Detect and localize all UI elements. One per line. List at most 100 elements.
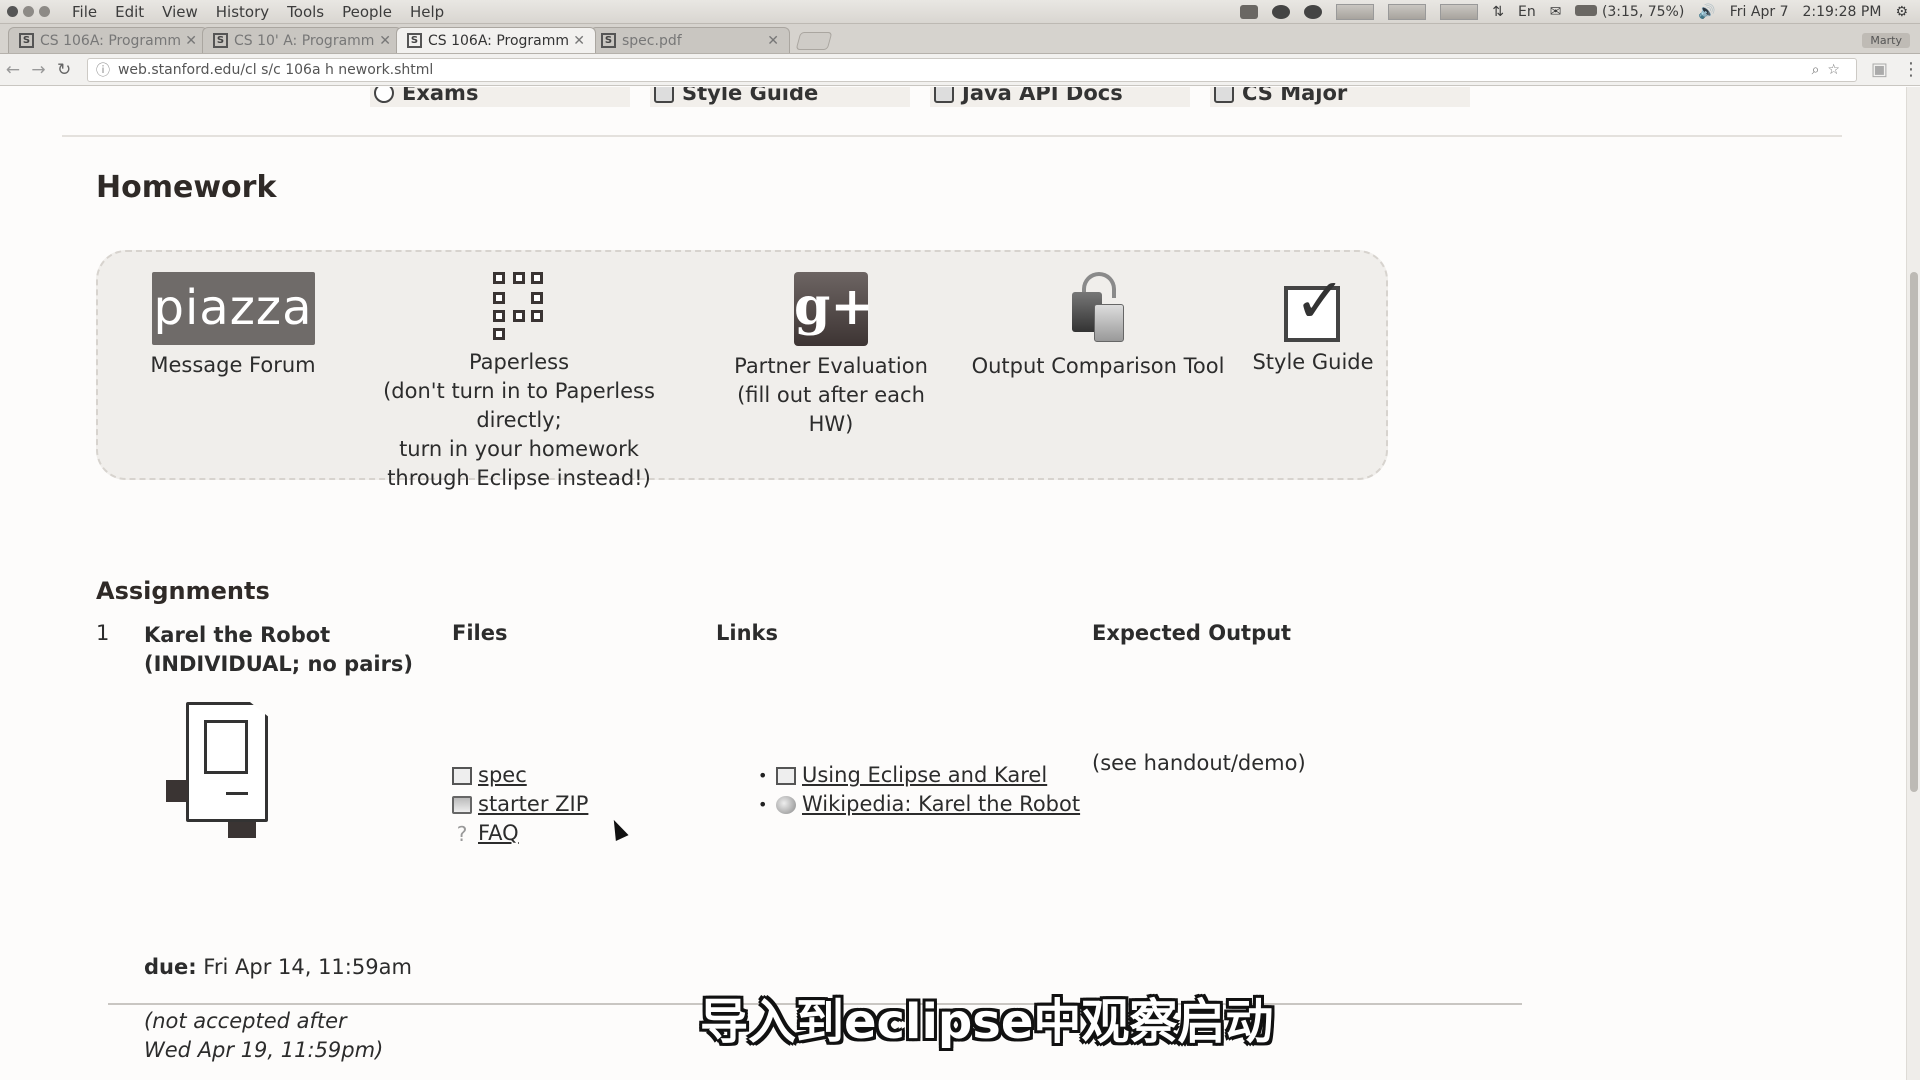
checkmark-box-icon[interactable]: ✓ [1284,270,1346,342]
nav-label: CS Major [1242,87,1348,105]
file-link[interactable]: starter ZIP [478,790,588,819]
due-label: due: [144,955,197,979]
bullet: • [758,795,768,814]
time-label[interactable]: 2:19:28 PM [1802,4,1881,20]
menu-tools[interactable]: Tools [287,3,324,21]
menu-file[interactable]: File [72,3,97,21]
close-window-icon[interactable] [7,6,18,17]
window-controls[interactable] [0,6,60,17]
homework-tools-box: piazza Message Forum Paperless (don't tu… [96,250,1388,490]
network-meter[interactable] [1440,3,1479,20]
cpu-meter[interactable] [1336,3,1375,20]
back-arrow-icon[interactable]: ← [0,60,26,80]
link-using-eclipse[interactable]: Using Eclipse and Karel [802,761,1047,790]
tool-label[interactable]: Style Guide [1238,348,1388,377]
reload-icon[interactable]: ↻ [51,60,77,80]
camera-icon[interactable] [1240,4,1259,19]
close-tab-icon[interactable]: ✕ [573,33,585,49]
checkbox-icon [654,87,674,103]
maximize-window-icon[interactable] [39,6,50,17]
tool-label[interactable]: Output Comparison Tool [968,352,1228,381]
due-value: Fri Apr 14, 11:59am [196,955,412,979]
tool-message-forum[interactable]: piazza Message Forum [148,272,318,380]
paperless-icon[interactable] [493,272,545,342]
menu-history[interactable]: History [216,3,269,21]
browser-tab-2[interactable]: S CS 10' A: Programm ✕ [202,27,402,53]
no-entry-icon[interactable] [1304,4,1323,19]
google-plus-icon[interactable]: g+ [794,272,874,346]
stanford-favicon-icon: S [213,33,228,48]
close-tab-icon[interactable]: ✕ [185,33,197,49]
file-starter-zip[interactable]: starter ZIP [452,790,588,819]
close-tab-icon[interactable]: ✕ [379,33,391,49]
battery-text: (3:15, 75%) [1601,3,1685,20]
zoom-icon[interactable]: ⌕ [1812,62,1828,78]
assignments-heading: Assignments [96,577,270,605]
system-tray: ⇅ En ✉ (3:15, 75%) 🔊 Fri Apr 7 2:19:28 P… [1240,3,1920,20]
file-faq[interactable]: ? FAQ [452,819,588,848]
close-tab-icon[interactable]: ✕ [767,33,779,49]
tool-label[interactable]: Paperless [344,348,694,377]
link-item[interactable]: • Wikipedia: Karel the Robot [758,790,1080,819]
forward-arrow-icon[interactable]: → [26,60,52,80]
tool-label[interactable]: Message Forum [148,351,318,380]
info-icon[interactable]: ⓘ [96,60,110,80]
url-text[interactable]: web.stanford.edu/cl s/c 106a h nework.sh… [118,62,433,78]
tool-output-comparison[interactable]: Output Comparison Tool [968,272,1228,381]
tool-note: (fill out after each HW) [737,383,925,436]
assignment-number: 1 [96,621,110,645]
menu-people[interactable]: People [342,3,392,21]
pdf-icon [452,766,472,785]
file-spec[interactable]: spec [452,761,588,790]
dropbox-icon[interactable] [1272,4,1291,19]
address-bar[interactable]: ⓘ web.stanford.edu/cl s/c 106a h nework.… [86,57,1857,82]
monitor-icon [934,87,954,103]
nav-exams[interactable]: Exams [370,87,630,107]
link-wikipedia-karel[interactable]: Wikipedia: Karel the Robot [802,790,1080,819]
mouse-pointer-icon [607,816,629,842]
piazza-logo[interactable]: piazza [151,272,315,345]
nav-java-api-docs[interactable]: Java API Docs [930,87,1190,107]
memory-meter[interactable] [1388,3,1427,20]
tool-label[interactable]: Partner Evaluation [716,352,946,381]
keyboard-layout[interactable]: En [1518,4,1536,20]
pdf-icon [776,766,796,785]
links-list: • Using Eclipse and Karel • Wikipedia: Kar… [758,761,1080,819]
battery-status[interactable]: (3:15, 75%) [1575,4,1684,20]
page-scrollbar[interactable] [1906,87,1920,1080]
minimize-window-icon[interactable] [23,6,34,17]
nav-style-guide[interactable]: Style Guide [650,87,910,107]
expected-output-text: (see handout/demo) [1092,751,1306,775]
new-tab-button[interactable] [795,32,833,50]
divider [62,135,1842,137]
date-label[interactable]: Fri Apr 7 [1730,4,1789,20]
file-link[interactable]: spec [478,761,527,790]
links-column-header: Links [716,621,778,645]
stanford-favicon-icon: S [601,33,616,48]
browser-tab-3-active[interactable]: S CS 106A: Programm ✕ [396,27,596,53]
network-arrows-icon[interactable]: ⇅ [1492,4,1504,20]
tool-style-guide[interactable]: ✓ Style Guide [1238,270,1388,377]
file-link[interactable]: FAQ [478,819,519,848]
browser-tab-1[interactable]: S CS 106A: Programm ✕ [8,27,208,53]
gear-icon[interactable]: ⚙ [1895,4,1908,20]
menu-edit[interactable]: Edit [115,3,144,21]
nav-cs-major[interactable]: CS Major [1210,87,1470,107]
volume-icon[interactable]: 🔊 [1698,4,1715,20]
browser-menu-icon[interactable]: ⋮ [1902,59,1920,80]
mail-icon[interactable]: ✉ [1550,4,1562,20]
bookmark-star-icon[interactable]: ☆ [1827,62,1848,78]
tool-partner-evaluation[interactable]: g+ Partner Evaluation (fill out after ea… [716,272,946,439]
tool-paperless[interactable]: Paperless (don't turn in to Paperless di… [344,272,694,493]
browser-tab-4[interactable]: S spec.pdf ✕ [590,27,790,53]
scrollbar-thumb[interactable] [1910,272,1918,792]
menu-view[interactable]: View [162,3,198,21]
link-item[interactable]: • Using Eclipse and Karel [758,761,1080,790]
app-menu: File Edit View History Tools People Help [60,3,444,21]
assignment-name: Karel the Robot [144,623,331,647]
tool-note: turn in your homework [399,437,639,461]
profile-button[interactable]: Marty [1862,33,1910,48]
compare-files-icon[interactable] [1068,272,1128,346]
menu-help[interactable]: Help [410,3,444,21]
extension-icon[interactable]: ▣ [1871,59,1888,80]
